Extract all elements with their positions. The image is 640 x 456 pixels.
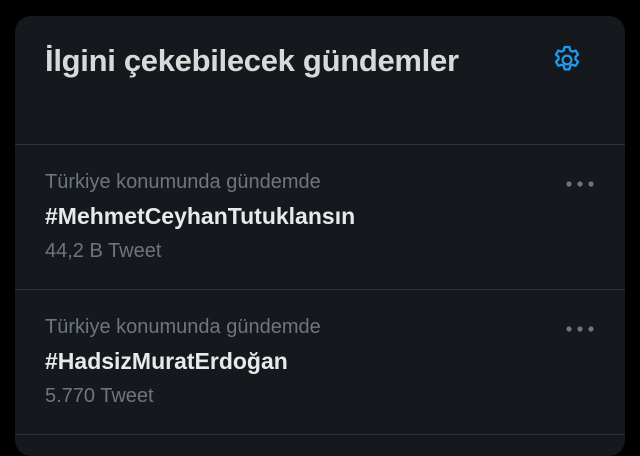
- trend-context: Türkiye konumunda gündemde: [45, 316, 321, 338]
- trends-panel-header: İlgini çekebilecek gündemler: [15, 16, 625, 145]
- trend-context: Türkiye konumunda gündemde: [45, 171, 321, 193]
- panel-title: İlgini çekebilecek gündemler: [45, 43, 459, 78]
- trend-item[interactable]: Türkiye konumunda gündemde #MehmetCeyhan…: [15, 145, 625, 290]
- gear-icon: [554, 45, 580, 71]
- trends-panel: İlgini çekebilecek gündemler Türkiye kon…: [15, 16, 625, 456]
- trend-more-button[interactable]: [563, 317, 597, 341]
- trend-tweet-count: 5.770 Tweet: [45, 385, 154, 407]
- more-horizontal-icon: [566, 326, 594, 332]
- trend-item[interactable]: Türkiye konumunda gündemde #HadsizMuratE…: [15, 290, 625, 435]
- more-horizontal-icon: [566, 181, 594, 187]
- trend-tweet-count: 44,2 B Tweet: [45, 240, 162, 262]
- trend-name[interactable]: #MehmetCeyhanTutuklansın: [45, 201, 355, 231]
- trend-more-button[interactable]: [563, 172, 597, 196]
- trend-name[interactable]: #HadsizMuratErdoğan: [45, 346, 288, 376]
- settings-button[interactable]: [547, 40, 587, 80]
